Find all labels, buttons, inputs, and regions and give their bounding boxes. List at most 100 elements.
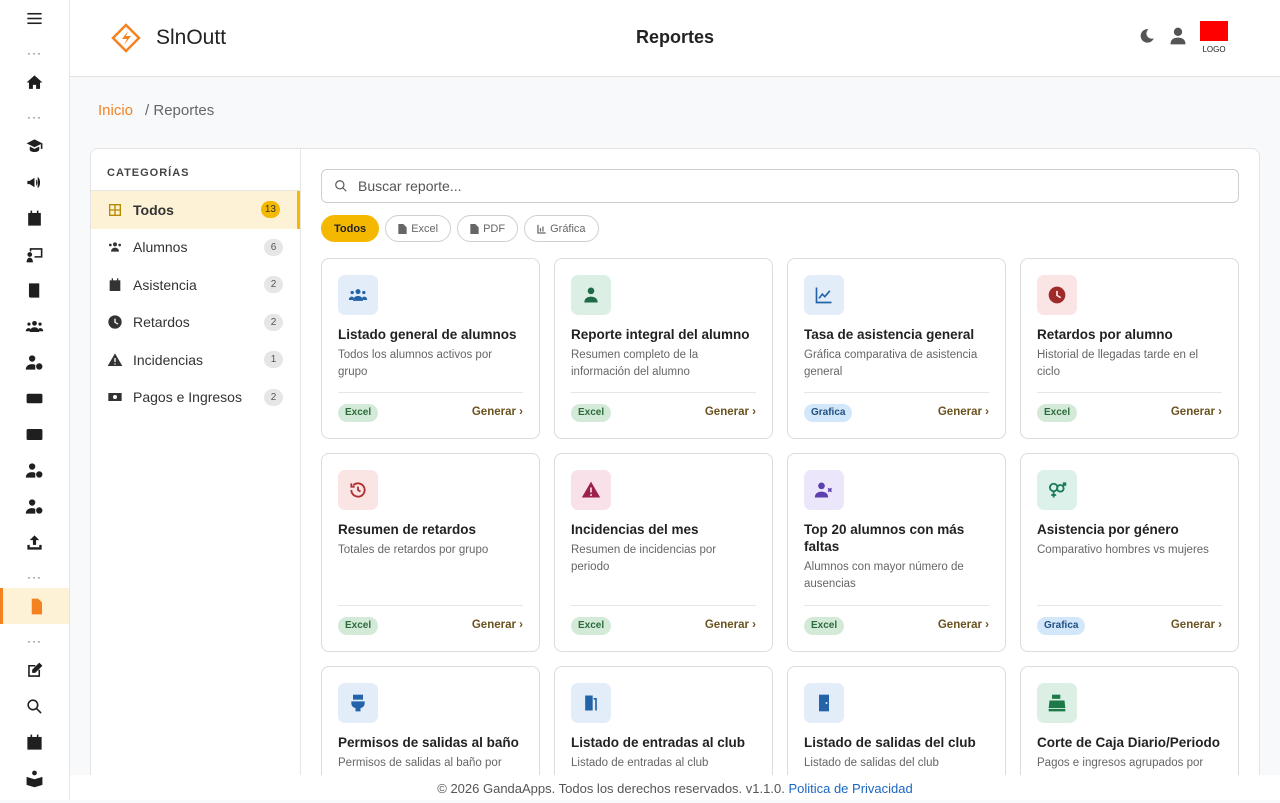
- report-card[interactable]: Permisos de salidas al baño Permisos de …: [321, 666, 540, 787]
- rail-payments[interactable]: [0, 380, 69, 416]
- category-count: 2: [264, 313, 283, 331]
- money-icon: [108, 393, 122, 402]
- generate-link[interactable]: Generar ›: [1171, 406, 1222, 418]
- grid-icon: [109, 203, 121, 216]
- rail-user-clock[interactable]: [0, 452, 69, 488]
- format-badge: Excel: [338, 617, 379, 635]
- menu-toggle-button[interactable]: [0, 0, 69, 36]
- rail-reader[interactable]: [0, 760, 69, 796]
- card-description: Listado de entradas al club: [571, 757, 709, 769]
- card-description: Comparativo hombres vs mujeres: [1037, 544, 1209, 556]
- door-in-icon: [585, 695, 597, 711]
- filter-pdf[interactable]: PDF: [457, 215, 519, 242]
- users-icon: [109, 242, 121, 252]
- card-footer: Excel Generar ›: [804, 605, 989, 651]
- categories-title: CATEGORÍAS: [91, 149, 300, 191]
- category-count: 1: [264, 351, 283, 368]
- rail-user-settings[interactable]: [0, 344, 69, 380]
- privacy-link[interactable]: Politica de Privacidad: [788, 781, 912, 796]
- card-icon-box: [1037, 470, 1077, 510]
- rail-students[interactable]: [0, 128, 69, 164]
- reports-main: Buscar reporte... Todos Excel PDF Gráfic…: [301, 149, 1259, 787]
- rail-book[interactable]: [0, 272, 69, 308]
- card-title: Tasa de asistencia general: [804, 327, 975, 342]
- rail-reports[interactable]: [0, 588, 69, 624]
- filter-todos[interactable]: Todos: [321, 215, 380, 242]
- rail-upload[interactable]: [0, 524, 69, 560]
- rail-user-clock-2[interactable]: [0, 488, 69, 524]
- report-card[interactable]: Listado de entradas al club Listado de e…: [554, 666, 773, 787]
- card-icon-box: [571, 470, 611, 510]
- nav-rail: ··· ··· ··· ···: [0, 0, 70, 800]
- report-card[interactable]: Asistencia por género Comparativo hombre…: [1020, 453, 1239, 652]
- file-pdf-icon: [470, 223, 479, 234]
- filter-label: Gráfica: [550, 222, 586, 235]
- category-count: 2: [264, 276, 283, 293]
- filter-excel[interactable]: Excel: [385, 215, 452, 242]
- user-icon: [584, 287, 598, 303]
- generate-link[interactable]: Generar ›: [705, 406, 756, 418]
- category-label: Incidencias: [133, 351, 204, 368]
- card-icon-box: [338, 470, 378, 510]
- card-title: Reporte integral del alumno: [571, 327, 750, 342]
- reports-panel: CATEGORÍAS Todos 13 Alumnos 6 Asistencia…: [90, 148, 1260, 788]
- chalkboard-icon: [26, 247, 43, 262]
- card-icon-box: [1037, 683, 1077, 723]
- generate-link[interactable]: Generar ›: [705, 619, 756, 631]
- report-card[interactable]: Corte de Caja Diario/Periodo Pagos e ing…: [1020, 666, 1239, 787]
- card-footer: Excel Generar ›: [338, 392, 523, 438]
- filter-bar: Todos Excel PDF Gráfica: [321, 215, 599, 242]
- calendar-check-icon: [28, 210, 41, 226]
- report-card[interactable]: Listado de salidas del club Listado de s…: [787, 666, 1006, 787]
- card-description: Listado de salidas del club: [804, 757, 939, 769]
- category-incidencias[interactable]: Incidencias 1: [91, 341, 300, 379]
- rail-calendar[interactable]: [0, 200, 69, 236]
- moon-icon[interactable]: [1138, 27, 1156, 45]
- report-card[interactable]: Tasa de asistencia general Gráfica compa…: [787, 258, 1006, 439]
- generate-link[interactable]: Generar ›: [472, 619, 523, 631]
- report-card[interactable]: Retardos por alumno Historial de llegada…: [1020, 258, 1239, 439]
- category-pagos[interactable]: Pagos e Ingresos 2: [91, 379, 300, 417]
- report-card[interactable]: Incidencias del mes Resumen de incidenci…: [554, 453, 773, 652]
- warning-icon: [581, 481, 601, 498]
- search-input[interactable]: Buscar reporte...: [321, 169, 1239, 203]
- category-alumnos[interactable]: Alumnos 6: [91, 229, 300, 267]
- report-card[interactable]: Listado general de alumnos Todos los alu…: [321, 258, 540, 439]
- card-footer: Excel Generar ›: [571, 605, 756, 651]
- category-label: Pagos e Ingresos: [133, 389, 242, 406]
- money-icon: [26, 393, 43, 403]
- user-icon[interactable]: [1168, 26, 1188, 46]
- filter-grafica[interactable]: Gráfica: [524, 215, 599, 242]
- report-card[interactable]: Top 20 alumnos con más faltas Alumnos co…: [787, 453, 1006, 652]
- cash-register-icon: [1048, 694, 1066, 712]
- format-badge: Grafica: [1037, 617, 1086, 635]
- breadcrumb-home[interactable]: Inicio: [98, 102, 133, 119]
- category-label: Retardos: [133, 314, 190, 331]
- generate-link[interactable]: Generar ›: [472, 406, 523, 418]
- rail-search[interactable]: [0, 688, 69, 724]
- category-retardos[interactable]: Retardos 2: [91, 304, 300, 342]
- card-title: Asistencia por género: [1037, 522, 1179, 537]
- category-todos[interactable]: Todos 13: [91, 191, 300, 229]
- generate-link[interactable]: Generar ›: [938, 619, 989, 631]
- rail-groups[interactable]: [0, 308, 69, 344]
- categories-sidebar: CATEGORÍAS Todos 13 Alumnos 6 Asistencia…: [91, 149, 301, 787]
- rail-schedule[interactable]: [0, 724, 69, 760]
- generate-link[interactable]: Generar ›: [1171, 619, 1222, 631]
- card-title: Listado de entradas al club: [571, 735, 746, 750]
- category-asistencia[interactable]: Asistencia 2: [91, 266, 300, 304]
- filter-label: Todos: [334, 222, 367, 235]
- search-icon: [27, 698, 42, 714]
- user-gear-icon: [25, 354, 43, 370]
- report-card[interactable]: Resumen de retardos Totales de retardos …: [321, 453, 540, 652]
- graduate-icon: [26, 138, 43, 152]
- rail-teacher[interactable]: [0, 236, 69, 272]
- card-icon-box: [571, 275, 611, 315]
- format-badge: Excel: [571, 617, 612, 635]
- rail-billing[interactable]: [0, 416, 69, 452]
- report-card[interactable]: Reporte integral del alumno Resumen comp…: [554, 258, 773, 439]
- rail-announcements[interactable]: [0, 164, 69, 200]
- rail-edit[interactable]: [0, 652, 69, 688]
- generate-link[interactable]: Generar ›: [938, 406, 989, 418]
- rail-home[interactable]: [0, 64, 69, 100]
